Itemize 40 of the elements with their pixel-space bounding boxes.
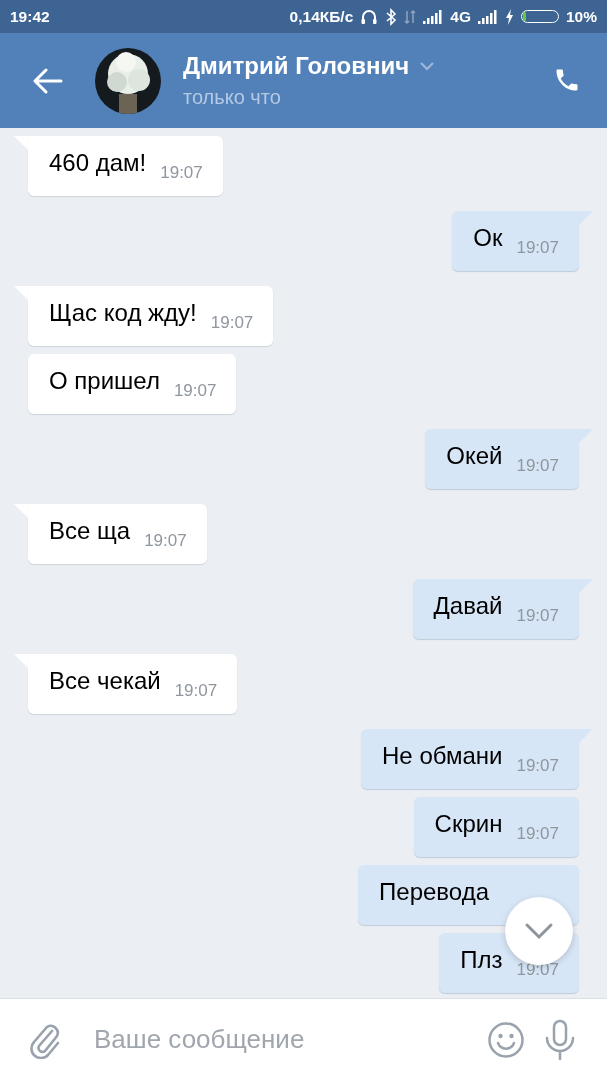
message-time: 19:07 — [174, 681, 218, 701]
message-text: Не обмани — [382, 742, 503, 770]
message-time: 19:07 — [516, 824, 559, 844]
battery-percent: 10% — [565, 7, 597, 26]
message-text: Перевода — [379, 878, 489, 906]
charging-bolt-icon — [504, 8, 514, 25]
message-text: Все ща — [49, 517, 131, 545]
message-time: 19:07 — [160, 163, 203, 183]
signal-icon — [423, 9, 444, 24]
message-text: Ок — [473, 224, 503, 252]
signal-icon — [477, 9, 498, 24]
back-arrow-icon[interactable] — [33, 67, 63, 94]
message-time: 19:07 — [173, 381, 217, 401]
message-text: Все чекай — [49, 667, 161, 695]
message-time: 19:07 — [516, 456, 559, 476]
microphone-icon[interactable] — [543, 1018, 577, 1061]
message-time: 19:07 — [516, 960, 559, 980]
data-arrows-icon — [404, 8, 417, 25]
network-type: 4G — [450, 7, 471, 26]
chevron-down-icon — [524, 922, 554, 940]
message-text: Плз — [460, 946, 503, 974]
message-text: О пришел — [49, 367, 160, 395]
message-time: 19:07 — [516, 238, 559, 258]
message-text: Скрин — [434, 810, 503, 838]
message-text: Щас код жду! — [49, 299, 197, 327]
bluetooth-icon — [385, 7, 398, 26]
message-time: 19:07 — [516, 756, 559, 776]
emoji-icon[interactable] — [487, 1020, 525, 1059]
chevron-down-icon[interactable] — [419, 61, 436, 71]
clock-time: 19:42 — [10, 7, 50, 26]
message-text: Давай — [433, 592, 503, 620]
message-time: 19:07 — [210, 313, 254, 333]
network-speed: 0,14КБ/с — [289, 7, 354, 26]
last-seen-status: только что — [183, 86, 282, 109]
message-text: Окей — [446, 442, 503, 470]
contact-name[interactable]: Дмитрий Головнич — [183, 52, 410, 80]
headphones-icon — [360, 7, 379, 26]
message-text: 460 дам! — [49, 149, 147, 177]
message-time: 19:07 — [516, 606, 559, 626]
message-time: 19:07 — [144, 531, 187, 551]
